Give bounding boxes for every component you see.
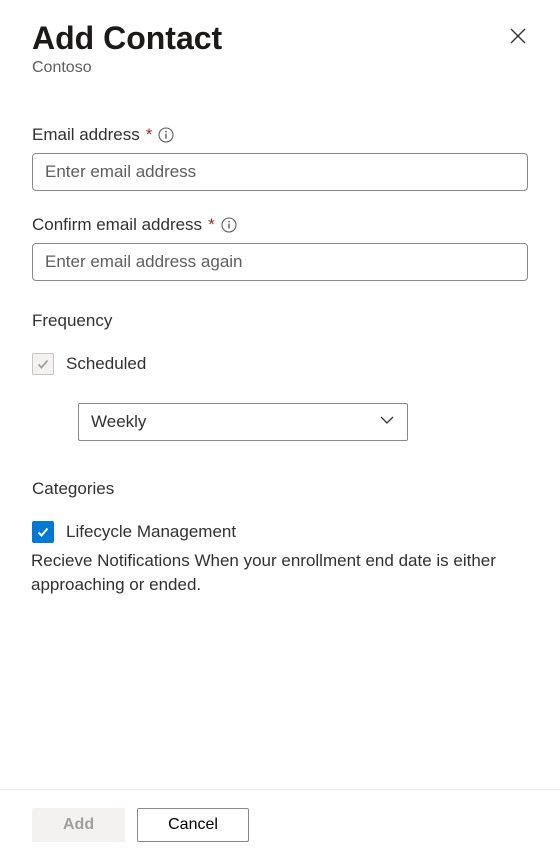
lifecycle-checkbox-row: Lifecycle Management [32, 521, 528, 543]
confirm-email-input[interactable] [32, 243, 528, 281]
chevron-down-icon [379, 412, 395, 433]
add-button[interactable]: Add [32, 808, 125, 842]
scheduled-checkbox[interactable] [32, 353, 54, 375]
email-field-group: Email address * [32, 125, 528, 191]
required-asterisk: * [208, 215, 215, 235]
lifecycle-checkbox[interactable] [32, 521, 54, 543]
scheduled-checkbox-row: Scheduled [32, 353, 528, 375]
email-input[interactable] [32, 153, 528, 191]
checkmark-icon [36, 525, 50, 539]
frequency-section-label: Frequency [32, 311, 528, 331]
info-icon[interactable] [158, 127, 174, 143]
lifecycle-label: Lifecycle Management [66, 522, 236, 542]
info-icon[interactable] [221, 217, 237, 233]
panel-footer: Add Cancel [0, 789, 560, 862]
panel-header: Add Contact Contoso [32, 20, 528, 77]
frequency-select-value: Weekly [91, 412, 146, 432]
close-icon [509, 27, 527, 50]
email-label: Email address [32, 125, 140, 145]
confirm-email-field-group: Confirm email address * [32, 215, 528, 281]
required-asterisk: * [146, 125, 153, 145]
close-button[interactable] [506, 26, 530, 50]
confirm-email-label: Confirm email address [32, 215, 202, 235]
checkmark-icon [36, 357, 50, 371]
lifecycle-description: Recieve Notifications When your enrollme… [31, 549, 528, 597]
page-title: Add Contact [32, 20, 528, 57]
frequency-select[interactable]: Weekly [78, 403, 408, 441]
categories-section-label: Categories [32, 479, 528, 499]
scheduled-label: Scheduled [66, 354, 146, 374]
cancel-button[interactable]: Cancel [137, 808, 249, 842]
page-subtitle: Contoso [32, 59, 528, 77]
